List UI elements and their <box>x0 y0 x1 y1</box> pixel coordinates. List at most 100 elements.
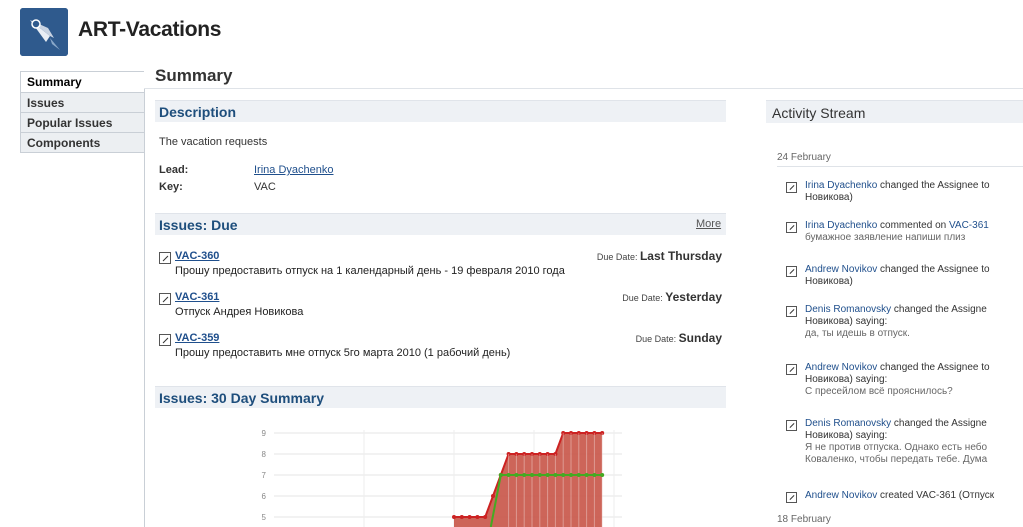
issue-due-date: Due Date: Sunday <box>522 331 722 345</box>
activity-text: commented on <box>877 220 949 231</box>
resolved-point <box>530 473 534 477</box>
resolved-point <box>545 473 550 477</box>
issue-type-icon <box>786 182 797 193</box>
description-text: The vacation requests <box>159 136 268 148</box>
resolved-point <box>498 473 503 477</box>
y-tick-label: 9 <box>262 429 267 438</box>
created-point <box>475 515 480 519</box>
y-tick-label: 6 <box>262 492 267 501</box>
resolved-point <box>561 473 566 477</box>
activity-text: changed the Assignee to <box>877 264 990 275</box>
nav-item-issues[interactable]: Issues <box>20 93 144 113</box>
activity-item: Irina Dyachenko commented on VAC-361 бума… <box>805 220 1023 244</box>
issue-key-link[interactable]: VAC-361 <box>175 291 219 303</box>
description-title: Description <box>159 104 237 120</box>
activity-item: Irina Dyachenko changed the Assignee to Н… <box>805 180 1023 204</box>
resolved-point <box>576 473 581 477</box>
issue-summary: Прошу предоставить отпуск на 1 календарн… <box>175 265 565 277</box>
activity-comment: да, ты идешь в отпуск. <box>805 328 910 339</box>
activity-item: Andrew Novikov changed the Assignee to Но… <box>805 264 1023 288</box>
nav-item-components[interactable]: Components <box>20 133 144 153</box>
y-tick-label: 7 <box>262 471 267 480</box>
lead-label: Lead: <box>159 164 189 176</box>
issue-key-link[interactable]: VAC-359 <box>175 332 219 344</box>
activity-text: changed the Assigne <box>891 418 987 429</box>
activity-user-link[interactable]: Irina Dyachenko <box>805 180 877 191</box>
issue-summary: Прошу предоставить мне отпуск 5го марта … <box>175 347 511 359</box>
activity-text: Новикова) saying: <box>805 374 888 385</box>
issue-type-icon <box>786 364 797 375</box>
activity-text: Новикова) <box>805 276 853 287</box>
app-title: ART-Vacations <box>78 18 222 41</box>
y-tick-label: 5 <box>262 513 267 522</box>
created-vs-resolved-chart: 5 6 7 8 9 <box>262 429 622 527</box>
issue-key-link[interactable]: VAC-360 <box>175 250 219 262</box>
due-date-label: Due Date: <box>622 293 663 303</box>
resolved-point <box>584 473 589 477</box>
activity-date: 18 February <box>777 514 831 525</box>
activity-item: Denis Romanovsky changed the Assigne Нови… <box>805 418 1023 466</box>
activity-text: Новикова) saying: <box>805 430 888 441</box>
created-point <box>459 515 464 519</box>
activity-date-divider <box>777 166 1023 167</box>
resolved-point <box>600 473 605 477</box>
activity-comment: С пресейлом всё прояснилось? <box>805 386 953 397</box>
nav-item-summary[interactable]: Summary <box>20 71 144 93</box>
created-point <box>452 515 456 519</box>
issues-due-title: Issues: Due <box>159 217 238 233</box>
activity-user-link[interactable]: Irina Dyachenko <box>805 220 877 231</box>
resolved-point <box>522 473 527 477</box>
due-date-label: Due Date: <box>635 334 677 344</box>
activity-text: changed the Assignee to <box>877 362 990 373</box>
rocket-icon <box>20 8 68 56</box>
description-header: Description <box>155 100 726 122</box>
key-label: Key: <box>159 181 183 193</box>
activity-user-link[interactable]: Denis Romanovsky <box>805 304 891 315</box>
summary30-header: Issues: 30 Day Summary <box>155 386 726 408</box>
page-title: Summary <box>155 66 233 85</box>
activity-comment: Я не против отпуска. Однако есть небо <box>805 442 988 453</box>
activity-item: Denis Romanovsky changed the Assigne Нови… <box>805 304 1023 340</box>
activity-text: changed the Assignee to <box>877 180 990 191</box>
activity-text: Новикова) <box>805 192 853 203</box>
y-tick-label: 8 <box>262 450 267 459</box>
nav-divider <box>144 88 145 527</box>
activity-comment: Коваленко, чтобы передать тебе. Дума <box>805 454 988 465</box>
activity-date: 24 February <box>777 152 831 163</box>
activity-user-link[interactable]: Denis Romanovsky <box>805 418 891 429</box>
due-date-value: Last Thursday <box>639 249 722 263</box>
nav-item-popular-issues[interactable]: Popular Issues <box>20 113 144 133</box>
issue-summary: Отпуск Андрея Новикова <box>175 306 304 318</box>
created-area <box>454 433 603 527</box>
due-date-label: Due Date: <box>596 252 638 262</box>
resolved-point <box>592 473 597 477</box>
resolved-point <box>553 473 558 477</box>
resolved-point <box>514 473 519 477</box>
issue-due-date: Due Date: Yesterday <box>522 290 722 304</box>
activity-user-link[interactable]: Andrew Novikov <box>805 264 877 275</box>
activity-item: Andrew Novikov created VAC-361 (Отпуск <box>805 490 1023 502</box>
lead-link[interactable]: Irina Dyachenko <box>254 164 334 176</box>
issue-type-icon <box>159 252 171 264</box>
activity-text: changed the Assigne <box>891 304 987 315</box>
activity-user-link[interactable]: Andrew Novikov <box>805 362 877 373</box>
issue-type-icon <box>786 420 797 431</box>
issue-type-icon <box>159 334 171 346</box>
due-date-value: Sunday <box>678 331 722 345</box>
activity-issue-link[interactable]: VAC-361 <box>949 220 989 231</box>
activity-comment: бумажное заявление напиши плиз <box>805 232 966 243</box>
summary30-title: Issues: 30 Day Summary <box>159 390 324 406</box>
activity-item: Andrew Novikov changed the Assignee to Но… <box>805 362 1023 398</box>
project-logo[interactable] <box>20 8 68 56</box>
issue-type-icon <box>786 222 797 233</box>
issue-type-icon <box>159 293 171 305</box>
created-point <box>467 515 472 519</box>
activity-title: Activity Stream <box>772 105 866 121</box>
resolved-point <box>506 473 511 477</box>
issue-type-icon <box>786 266 797 277</box>
created-point <box>491 494 495 498</box>
activity-text: Новикова) saying: <box>805 316 888 327</box>
activity-user-link[interactable]: Andrew Novikov <box>805 490 877 501</box>
key-value: VAC <box>254 181 276 193</box>
more-link[interactable]: More <box>696 218 721 230</box>
